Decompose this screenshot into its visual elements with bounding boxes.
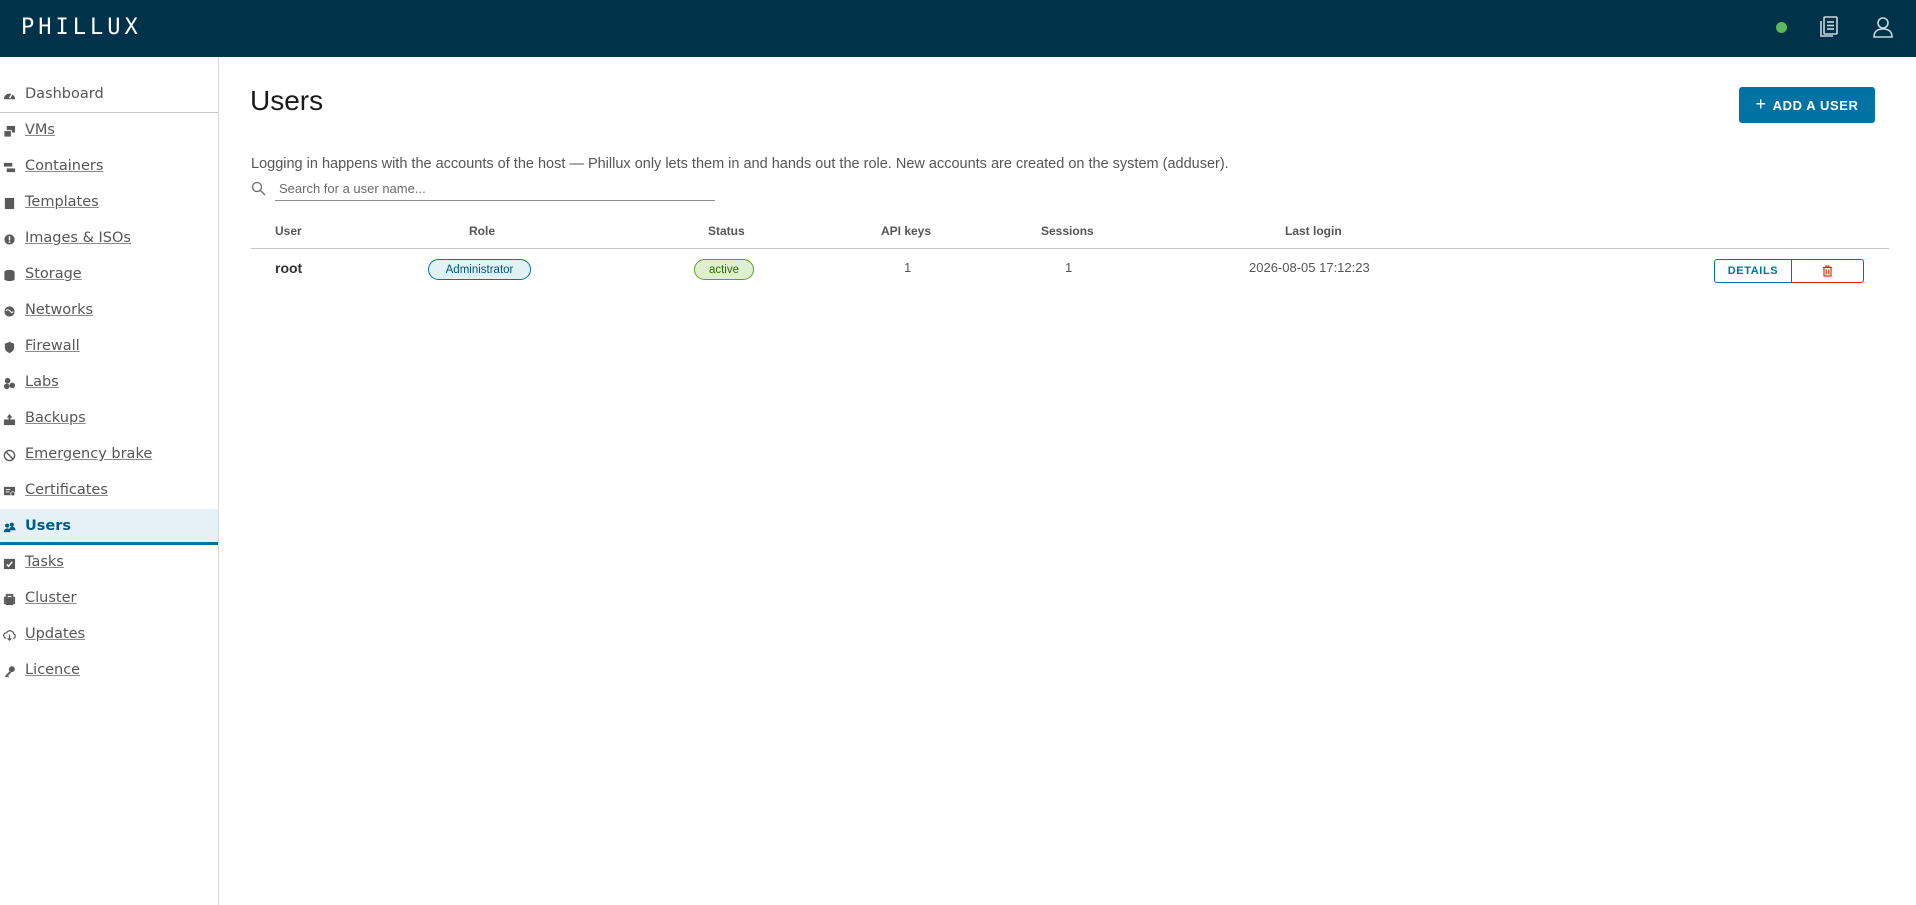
sidebar-item-licence[interactable]: Licence bbox=[0, 653, 218, 689]
top-header: PHILLUX bbox=[0, 0, 1916, 57]
sidebar-item-label: Templates bbox=[25, 194, 99, 210]
labs-icon bbox=[3, 377, 16, 390]
brand-logo[interactable]: PHILLUX bbox=[21, 15, 142, 40]
status-badge: active bbox=[694, 259, 754, 280]
sidebar-item-label: Storage bbox=[25, 266, 82, 282]
user-name: root bbox=[275, 260, 303, 276]
sidebar-item-images-isos[interactable]: Images & ISOs bbox=[0, 221, 218, 257]
sidebar-item-users[interactable]: Users bbox=[0, 509, 218, 545]
sidebar-item-label: Licence bbox=[25, 662, 81, 678]
table-header: User Role Status API keys Sessions Last … bbox=[251, 215, 1889, 249]
sidebar-item-certificates[interactable]: Certificates bbox=[0, 473, 218, 509]
key-icon bbox=[4, 666, 15, 678]
page-title: Users bbox=[250, 85, 324, 116]
search-input[interactable] bbox=[275, 177, 715, 201]
plus-icon: + bbox=[1755, 93, 1767, 114]
ban-icon bbox=[3, 449, 16, 462]
vm-icon bbox=[3, 125, 16, 138]
column-header-role[interactable]: Role bbox=[469, 224, 495, 238]
sidebar-item-labs[interactable]: Labs bbox=[0, 365, 218, 401]
users-table: User Role Status API keys Sessions Last … bbox=[251, 215, 1889, 293]
templates-icon bbox=[4, 197, 15, 210]
info-icon bbox=[4, 234, 15, 245]
sidebar-item-vms[interactable]: VMs bbox=[0, 113, 218, 149]
cluster-icon bbox=[3, 593, 16, 606]
column-header-api-keys[interactable]: API keys bbox=[881, 224, 931, 238]
sidebar-item-cluster[interactable]: Cluster bbox=[0, 581, 218, 617]
search-icon bbox=[251, 181, 266, 196]
sidebar-item-label: Dashboard bbox=[25, 86, 104, 102]
sidebar-item-backups[interactable]: Backups bbox=[0, 401, 218, 437]
sidebar-item-emergency-brake[interactable]: Emergency brake bbox=[0, 437, 218, 473]
sidebar-item-containers[interactable]: Containers bbox=[0, 149, 218, 185]
sessions-count: 1 bbox=[1065, 260, 1073, 275]
last-login: 2026-08-05 17:12:23 bbox=[1249, 260, 1370, 275]
info-text: Logging in happens with the accounts of … bbox=[251, 156, 1229, 172]
sidebar-item-label: Backups bbox=[25, 410, 86, 426]
storage-icon bbox=[4, 269, 15, 282]
sidebar-item-updates[interactable]: Updates bbox=[0, 617, 218, 653]
sidebar: Dashboard VMs Containers Templates Image… bbox=[0, 57, 219, 905]
api-keys-count: 1 bbox=[904, 260, 912, 275]
column-header-status[interactable]: Status bbox=[708, 224, 745, 238]
sidebar-item-firewall[interactable]: Firewall bbox=[0, 329, 218, 365]
role-badge: Administrator bbox=[428, 259, 531, 280]
sidebar-item-networks[interactable]: Networks bbox=[0, 293, 218, 329]
column-header-last-login[interactable]: Last login bbox=[1285, 224, 1342, 238]
column-header-user[interactable]: User bbox=[275, 224, 302, 238]
containers-icon bbox=[3, 162, 16, 173]
sidebar-item-label: Updates bbox=[25, 626, 86, 642]
sidebar-item-label: Certificates bbox=[25, 482, 108, 498]
sidebar-item-label: Tasks bbox=[25, 554, 64, 570]
cloud-download-icon bbox=[3, 630, 16, 641]
user-icon[interactable] bbox=[1870, 14, 1896, 40]
backup-icon bbox=[3, 413, 16, 426]
trash-icon bbox=[1823, 265, 1832, 277]
documents-icon[interactable] bbox=[1816, 14, 1842, 40]
column-header-sessions[interactable]: Sessions bbox=[1041, 224, 1094, 238]
shield-icon bbox=[4, 341, 15, 354]
sidebar-item-templates[interactable]: Templates bbox=[0, 185, 218, 221]
users-icon bbox=[3, 522, 16, 533]
add-user-button[interactable]: + ADD A USER bbox=[1739, 87, 1875, 123]
details-button[interactable]: DETAILS bbox=[1714, 259, 1792, 283]
sidebar-item-label: VMs bbox=[25, 122, 55, 138]
sidebar-item-storage[interactable]: Storage bbox=[0, 257, 218, 293]
sidebar-item-label: Users bbox=[25, 518, 72, 534]
sidebar-item-tasks[interactable]: Tasks bbox=[0, 545, 218, 581]
add-user-button-label: ADD A USER bbox=[1772, 97, 1859, 113]
delete-button[interactable] bbox=[1791, 259, 1864, 283]
dashboard-icon bbox=[3, 93, 16, 100]
sidebar-item-label: Cluster bbox=[25, 590, 77, 606]
sidebar-item-dashboard[interactable]: Dashboard bbox=[0, 77, 218, 113]
sidebar-item-label: Emergency brake bbox=[25, 446, 153, 462]
sidebar-item-label: Images & ISOs bbox=[25, 230, 131, 246]
status-indicator bbox=[1776, 22, 1787, 33]
network-icon bbox=[4, 306, 15, 317]
certificate-icon bbox=[3, 486, 16, 497]
table-row: root Administrator active 1 1 2026-08-05… bbox=[251, 249, 1889, 293]
sidebar-item-label: Labs bbox=[25, 374, 59, 390]
sidebar-item-label: Containers bbox=[25, 158, 104, 174]
sidebar-item-label: Firewall bbox=[25, 338, 80, 354]
sidebar-item-label: Networks bbox=[25, 302, 94, 318]
tasks-icon bbox=[3, 558, 16, 570]
